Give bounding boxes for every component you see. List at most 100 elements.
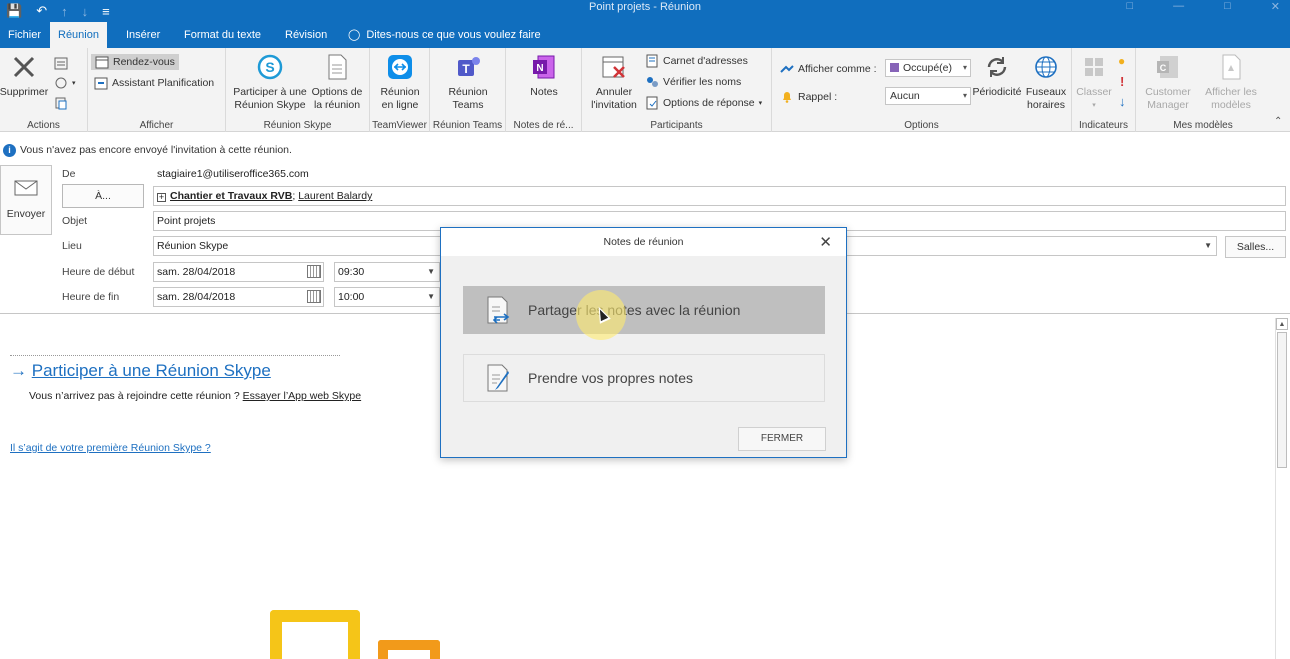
carnet-label: Carnet d'adresses [663, 55, 748, 67]
classer-button[interactable]: Classer ▾ [1074, 52, 1114, 112]
own-notes-button[interactable]: Prendre vos propres notes [463, 354, 825, 402]
chevron-down-icon[interactable]: ▼ [427, 263, 435, 281]
ribbon-display-icon[interactable]: □ [1126, 0, 1133, 13]
check-names-icon [647, 77, 658, 87]
notes-button[interactable]: N Notes [516, 52, 572, 99]
minimize-icon[interactable]: — [1173, 0, 1184, 13]
skype-web-app-link[interactable]: Essayer l’App web Skype [243, 390, 361, 402]
rappel-label: Rappel : [798, 91, 838, 103]
envoyer-button[interactable]: Envoyer [0, 165, 52, 235]
join-skype-link[interactable]: → Participer à une Réunion Skype [10, 361, 271, 381]
rendez-vous-button[interactable]: Rendez-vous [91, 54, 179, 70]
group-teams: T Réunion Teams Réunion Teams [430, 48, 506, 132]
notes-label: Notes [530, 86, 558, 98]
fin-date-value: sam. 28/04/2018 [157, 291, 236, 303]
tell-me-label: Dites-nous ce que vous voulez faire [366, 29, 541, 41]
teams-icon: T [453, 52, 483, 82]
salles-button[interactable]: Salles... [1225, 236, 1286, 258]
group-label-options: Options [904, 120, 939, 131]
debut-time-field[interactable]: 09:30 ▼ [334, 262, 440, 282]
skype-sub-text: Vous n’arrivez pas à rejoindre cette réu… [29, 390, 361, 402]
group-participants: Annuler l'invitation Carnet d'adresses V… [582, 48, 772, 132]
forward-meeting-icon[interactable]: ▾ [54, 76, 76, 90]
calendar-view-icon[interactable] [54, 56, 68, 70]
rappel-select[interactable]: Aucun ▾ [885, 87, 971, 105]
participer-label-1: Participer à une [233, 86, 307, 98]
maximize-icon[interactable]: □ [1224, 0, 1231, 13]
expand-group-icon[interactable]: + [157, 193, 166, 202]
periodicite-button[interactable]: Périodicité [970, 52, 1024, 99]
verifier-label: Vérifier les noms [663, 76, 742, 88]
high-importance-icon[interactable]: ! [1120, 74, 1124, 89]
teams-button[interactable]: T Réunion Teams [440, 52, 496, 112]
annuler-invitation-button[interactable]: Annuler l'invitation [586, 52, 642, 112]
rendez-vous-label: Rendez-vous [113, 56, 175, 68]
window-title: Point projets - Réunion [589, 1, 701, 13]
templates-icon [1216, 52, 1246, 82]
svg-text:N: N [536, 63, 543, 74]
scroll-thumb[interactable] [1277, 332, 1287, 468]
fin-time-value: 10:00 [338, 291, 365, 303]
calendar-picker-icon[interactable] [307, 265, 321, 278]
own-notes-icon [487, 364, 509, 392]
first-meeting-link[interactable]: Il s’agit de votre première Réunion Skyp… [10, 442, 211, 454]
fuseaux-horaires-button[interactable]: Fuseaux horaires [1022, 52, 1070, 112]
svg-text:C: C [1160, 63, 1167, 73]
group-afficher: Rendez-vous Assistant Planification Affi… [88, 48, 226, 132]
fin-date-field[interactable]: sam. 28/04/2018 [153, 287, 324, 307]
calendar-picker-icon[interactable] [307, 290, 321, 303]
supprimer-button[interactable]: Supprimer [0, 52, 48, 99]
carnet-adresses-button[interactable]: Carnet d'adresses [645, 54, 748, 68]
separator-line [10, 355, 340, 356]
to-field[interactable]: + Chantier et Travaux RVB; Laurent Balard… [153, 186, 1286, 206]
close-window-icon[interactable]: ✕ [1271, 0, 1280, 13]
options-reunion-button[interactable]: Options de la réunion [308, 52, 366, 112]
annuler-label-2: l'invitation [591, 99, 637, 111]
debut-date-field[interactable]: sam. 28/04/2018 [153, 262, 324, 282]
arrow-right-icon: → [10, 361, 27, 380]
tab-reunion[interactable]: Réunion [50, 22, 107, 48]
assistant-label: Assistant Planification [112, 77, 215, 89]
teamviewer-button[interactable]: Réunion en ligne [372, 52, 428, 112]
assistant-planification-button[interactable]: Assistant Planification [94, 76, 214, 90]
afficher-modeles-button[interactable]: Afficher les modèles [1200, 52, 1262, 112]
chevron-down-icon[interactable]: ▼ [427, 288, 435, 306]
tab-fichier[interactable]: Fichier [0, 22, 49, 48]
tell-me-search[interactable]: ◯ Dites-nous ce que vous voulez faire [348, 22, 541, 48]
recipient-laurent[interactable]: Laurent Balardy [298, 190, 372, 202]
onenote-icon: N [529, 52, 559, 82]
send-envelope-icon [14, 180, 38, 196]
tab-inserer[interactable]: Insérer [118, 22, 168, 48]
lock-icon[interactable]: ● [1118, 54, 1125, 68]
lightbulb-icon: ◯ [348, 29, 361, 41]
dialog-header: Notes de réunion ✕ [441, 228, 846, 256]
low-importance-icon[interactable]: ↓ [1119, 94, 1126, 109]
debut-date-value: sam. 28/04/2018 [157, 266, 236, 278]
options-reponse-button[interactable]: Options de réponse ▾ [645, 96, 762, 110]
debut-time-value: 09:30 [338, 266, 365, 278]
tab-revision[interactable]: Révision [277, 22, 335, 48]
vertical-scrollbar[interactable]: ▲ [1275, 318, 1288, 659]
dropdown-arrow-icon: ▾ [1092, 102, 1096, 109]
share-notes-button[interactable]: Partager les notes avec la réunion [463, 286, 825, 334]
lieu-value: Réunion Skype [157, 240, 229, 252]
teamviewer-icon [385, 52, 415, 82]
scroll-up-icon[interactable]: ▲ [1276, 318, 1288, 330]
recipient-chantier[interactable]: Chantier et Travaux RVB [170, 190, 292, 202]
lieu-label: Lieu [62, 240, 82, 252]
fermer-button[interactable]: FERMER [738, 427, 826, 451]
teamviewer-label-2: en ligne [381, 99, 419, 111]
tab-format-texte[interactable]: Format du texte [176, 22, 269, 48]
chevron-down-icon[interactable]: ▼ [1204, 237, 1212, 255]
a-button[interactable]: À... [62, 184, 144, 208]
ribbon-tab-row: Fichier Réunion Insérer Format du texte … [0, 22, 1290, 48]
copy-meeting-icon[interactable] [54, 96, 68, 110]
fin-time-field[interactable]: 10:00 ▼ [334, 287, 440, 307]
debut-label: Heure de début [62, 266, 135, 278]
customer-manager-button[interactable]: C Customer Manager [1138, 52, 1198, 112]
close-icon[interactable]: ✕ [819, 233, 832, 251]
collapse-ribbon-icon[interactable]: ⌃ [1274, 116, 1282, 127]
afficher-comme-select[interactable]: Occupé(e) ▾ [885, 59, 971, 77]
verifier-noms-button[interactable]: Vérifier les noms [645, 75, 741, 89]
participer-skype-button[interactable]: S Participer à une Réunion Skype [230, 52, 310, 112]
